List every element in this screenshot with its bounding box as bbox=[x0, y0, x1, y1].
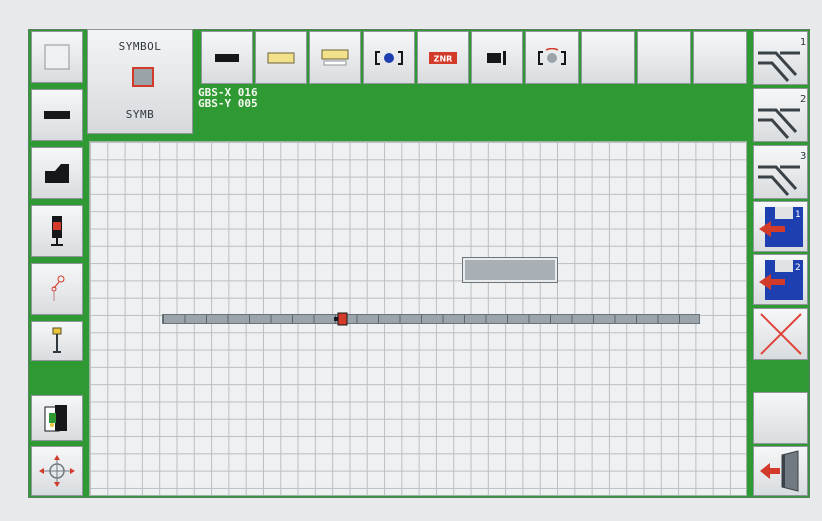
track-segment[interactable] bbox=[162, 314, 700, 324]
layout-grid-canvas[interactable] bbox=[89, 141, 747, 496]
toolbar-signal-end-button[interactable] bbox=[471, 31, 523, 84]
yellow-bar-white-underline-icon bbox=[321, 49, 349, 65]
gray-dot-bracket-icon bbox=[538, 47, 566, 65]
switch-number: 3 bbox=[800, 151, 806, 162]
symbol-panel-title: SYMBOL bbox=[118, 40, 162, 53]
marker-tool-button[interactable] bbox=[31, 321, 83, 361]
pin-pink-icon bbox=[51, 275, 65, 301]
exit-door-icon bbox=[44, 405, 67, 432]
exit-door-button[interactable] bbox=[31, 395, 83, 441]
track-tool-button[interactable] bbox=[31, 89, 83, 141]
toolbar-gray-dot-button[interactable] bbox=[525, 31, 579, 84]
selected-symbol-icon bbox=[132, 67, 154, 87]
yellow-pin-icon bbox=[52, 327, 62, 353]
blue-dot-bracket-icon bbox=[375, 50, 403, 65]
block-element[interactable] bbox=[462, 257, 558, 283]
znr-label: ZNR bbox=[434, 54, 453, 63]
save-2-button[interactable]: 2 bbox=[753, 254, 808, 305]
black-bar-icon bbox=[44, 111, 70, 119]
toolbar-empty-slot-2[interactable] bbox=[637, 31, 691, 84]
toolbar-yellow-bar-underline-button[interactable] bbox=[309, 31, 361, 84]
red-x-icon bbox=[759, 313, 802, 355]
toolbar-znr-button[interactable]: ZNR bbox=[417, 31, 469, 84]
blank-tool-button[interactable] bbox=[31, 31, 83, 83]
toolbar-black-bar-button[interactable] bbox=[201, 31, 253, 84]
floppy-number: 1 bbox=[795, 210, 801, 220]
signal-tool-button[interactable] bbox=[31, 205, 83, 257]
switch-1-button[interactable]: 1 bbox=[753, 31, 808, 85]
signal-endpoint-icon bbox=[487, 50, 506, 65]
gbs-y-label: GBS-Y bbox=[198, 97, 232, 110]
switch-number: 1 bbox=[800, 37, 806, 48]
blank-right-button[interactable] bbox=[753, 392, 808, 444]
move-button[interactable] bbox=[31, 446, 83, 496]
ramp-tool-button[interactable] bbox=[31, 147, 83, 199]
exit-button[interactable] bbox=[753, 446, 808, 496]
track-switch-icon: 3 bbox=[757, 151, 806, 196]
switch-2-button[interactable]: 2 bbox=[753, 88, 808, 142]
floppy-number: 2 bbox=[795, 263, 801, 273]
toolbar-empty-slot-3[interactable] bbox=[693, 31, 747, 84]
symbol-panel-subtitle: SYMB bbox=[125, 108, 155, 121]
gbs-y-value: 005 bbox=[237, 97, 258, 110]
toolbar-yellow-bar-button[interactable] bbox=[255, 31, 307, 84]
red-znr-label-icon: ZNR bbox=[429, 51, 457, 64]
move-crosshair-icon bbox=[39, 455, 75, 487]
blank-square-icon bbox=[44, 44, 70, 70]
pin-tool-button[interactable] bbox=[31, 263, 83, 315]
symbol-panel[interactable]: SYMBOL SYMB bbox=[87, 29, 193, 134]
switch-number: 2 bbox=[800, 94, 806, 105]
track-switch-icon: 2 bbox=[757, 94, 806, 139]
track-switch-icon: 1 bbox=[757, 37, 806, 82]
exit-arrow-icon bbox=[759, 450, 798, 492]
toolbar-empty-slot-1[interactable] bbox=[581, 31, 635, 84]
delete-button[interactable] bbox=[753, 308, 808, 360]
switch-3-button[interactable]: 3 bbox=[753, 145, 808, 199]
floppy-save-icon: 2 bbox=[758, 259, 803, 300]
toolbar-blue-dot-button[interactable] bbox=[363, 31, 415, 84]
coordinate-readout: GBS-X 016 GBS-Y 005 bbox=[198, 87, 258, 109]
black-bar-icon bbox=[215, 53, 239, 62]
signal-light-icon bbox=[51, 216, 63, 246]
save-1-button[interactable]: 1 bbox=[753, 201, 808, 252]
ramp-icon bbox=[45, 164, 69, 183]
floppy-save-icon: 1 bbox=[758, 206, 803, 247]
yellow-bar-icon bbox=[267, 52, 295, 63]
track-signal-icon[interactable] bbox=[334, 312, 348, 326]
